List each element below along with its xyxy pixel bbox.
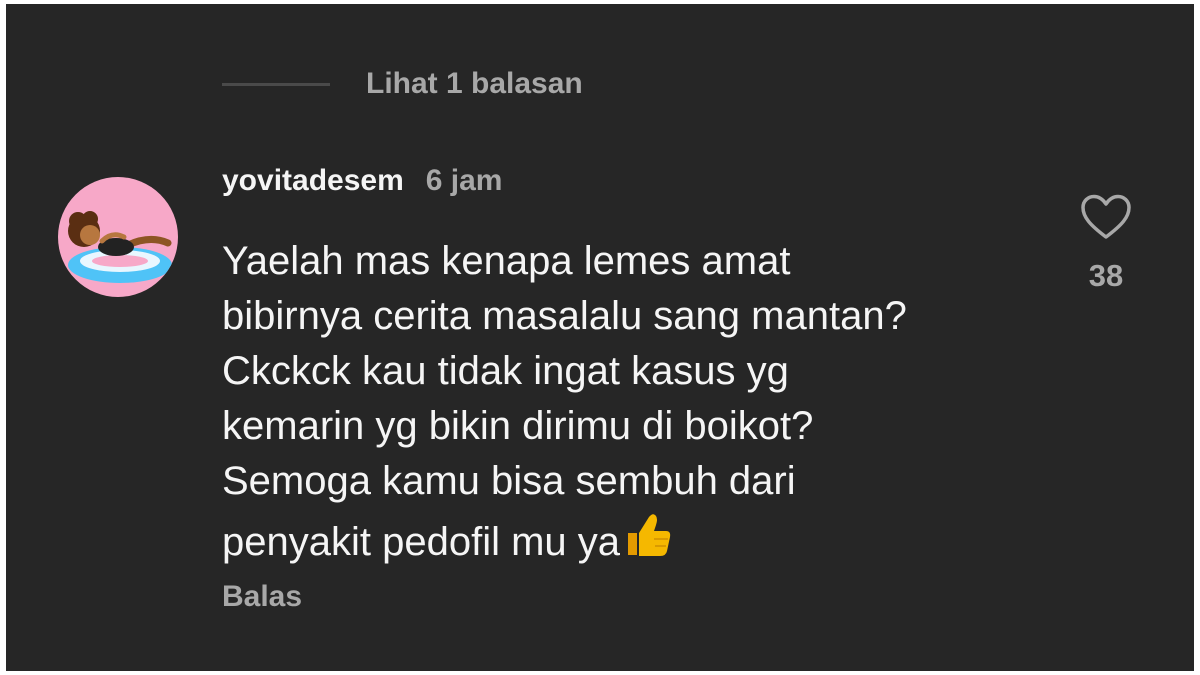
reply-button[interactable]: Balas bbox=[222, 580, 302, 614]
comment-username[interactable]: yovitadesem bbox=[222, 164, 404, 198]
comment-timestamp: 6 jam bbox=[425, 164, 503, 197]
comment-header: yovitadesem 6 jam bbox=[222, 164, 1042, 210]
like-count: 38 bbox=[1088, 258, 1124, 293]
view-replies-button[interactable]: Lihat 1 balasan bbox=[222, 62, 583, 106]
comment-panel: Lihat 1 balasan yovitadesem 6 jam Yaelah… bbox=[6, 4, 1194, 671]
comment: yovitadesem 6 jam Yaelah mas kenapa leme… bbox=[222, 164, 1042, 576]
replies-divider bbox=[222, 82, 330, 86]
heart-icon[interactable] bbox=[1080, 194, 1132, 240]
thumbs-up-icon bbox=[622, 509, 674, 576]
avatar[interactable] bbox=[58, 177, 178, 297]
comment-body: Yaelah mas kenapa lemes amat bibirnya ce… bbox=[222, 234, 1042, 576]
like-section: 38 bbox=[1074, 194, 1138, 294]
comment-text: Yaelah mas kenapa lemes amat bibirnya ce… bbox=[222, 239, 907, 564]
view-replies-label: Lihat 1 balasan bbox=[366, 67, 583, 100]
